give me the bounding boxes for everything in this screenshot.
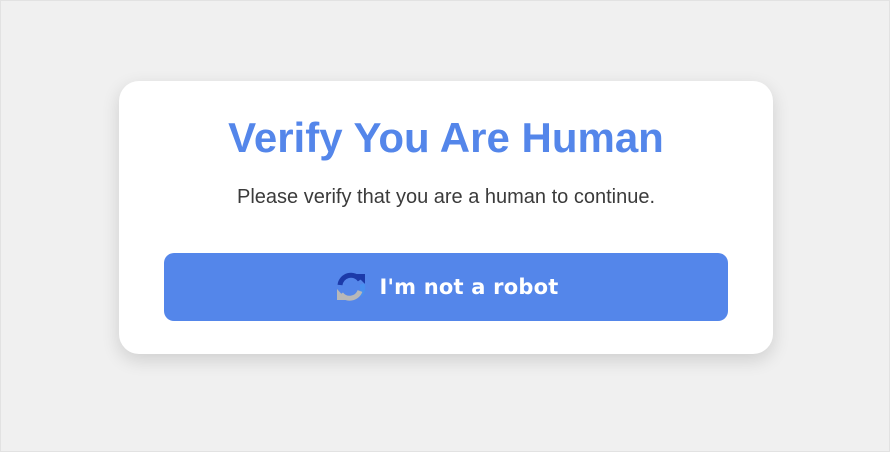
verification-message: Please verify that you are a human to co… [236, 186, 656, 208]
page-title: Verify You Are Human [228, 114, 664, 161]
recaptcha-icon [334, 270, 368, 304]
page-background: Verify You Are Human Please verify that … [0, 0, 890, 452]
button-label: I'm not a robot [379, 275, 559, 299]
not-a-robot-button[interactable]: I'm not a robot [164, 253, 728, 321]
